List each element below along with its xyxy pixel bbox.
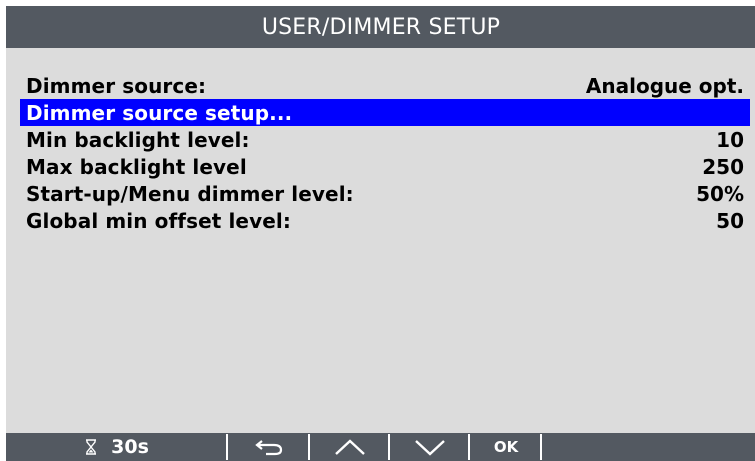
back-button[interactable] — [228, 433, 310, 461]
menu-item-global-min-offset-level[interactable]: Global min offset level: 50 — [20, 207, 750, 234]
menu-item-value: 50% — [696, 181, 744, 206]
menu-item-max-backlight-level[interactable]: Max backlight level 250 — [20, 153, 750, 180]
empty-softkey — [542, 433, 755, 461]
ok-label: OK — [493, 438, 519, 456]
menu-item-label: Dimmer source: — [26, 73, 207, 98]
ok-button[interactable]: OK — [470, 433, 542, 461]
menu-item-value: Analogue opt. — [585, 73, 744, 98]
menu-list: Dimmer source: Analogue opt. Dimmer sour… — [20, 72, 750, 234]
up-button[interactable] — [310, 433, 390, 461]
timer-softkey: 30s — [6, 433, 228, 461]
title-bar: USER/DIMMER SETUP — [6, 6, 755, 48]
menu-item-startup-menu-dimmer-level[interactable]: Start-up/Menu dimmer level: 50% — [20, 180, 750, 207]
page-title: USER/DIMMER SETUP — [261, 14, 501, 40]
return-arrow-icon — [255, 440, 283, 456]
menu-item-dimmer-source[interactable]: Dimmer source: Analogue opt. — [20, 72, 750, 99]
menu-item-label: Min backlight level: — [26, 127, 250, 152]
menu-item-label: Start-up/Menu dimmer level: — [26, 181, 354, 206]
softkey-bar: 30s OK — [6, 433, 755, 461]
screen: USER/DIMMER SETUP Dimmer source: Analogu… — [0, 0, 755, 461]
menu-item-value: 250 — [702, 154, 744, 179]
menu-item-value: 10 — [716, 127, 744, 152]
menu-item-label: Max backlight level — [26, 154, 247, 179]
hourglass-icon — [86, 439, 97, 455]
chevron-down-icon — [415, 440, 445, 456]
menu-item-dimmer-source-setup[interactable]: Dimmer source setup... — [20, 99, 750, 126]
down-button[interactable] — [390, 433, 470, 461]
menu-item-min-backlight-level[interactable]: Min backlight level: 10 — [20, 126, 750, 153]
menu-item-value: 50 — [716, 208, 744, 233]
timer-label: 30s — [111, 436, 149, 458]
chevron-up-icon — [335, 439, 365, 455]
display-frame: USER/DIMMER SETUP Dimmer source: Analogu… — [6, 6, 755, 461]
menu-item-label: Dimmer source setup... — [26, 100, 293, 125]
menu-item-label: Global min offset level: — [26, 208, 291, 233]
